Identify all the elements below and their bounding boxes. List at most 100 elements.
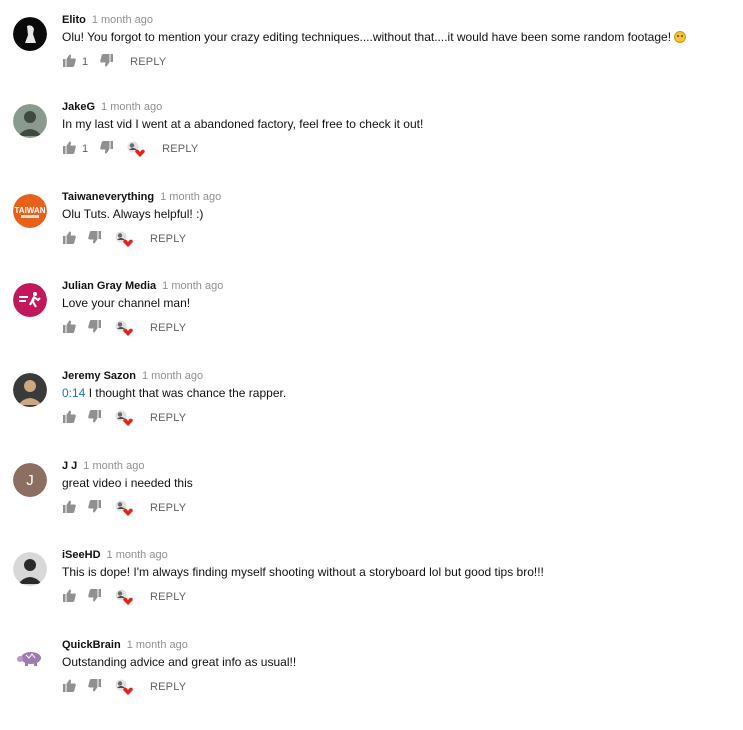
reply-button[interactable]: REPLY (150, 591, 186, 603)
author-name[interactable]: Taiwaneverything (62, 191, 154, 203)
comment-actions: 1 REPLY (62, 141, 198, 157)
comment-time[interactable]: 1 month ago (162, 280, 223, 292)
creator-heart-icon (126, 140, 146, 158)
author-name[interactable]: iSeeHD (62, 549, 101, 561)
comment-item: TAIWAN Taiwaneverything 1 month ago Olu T… (0, 191, 743, 282)
comment-text: In my last vid I went at a abandoned fac… (62, 116, 423, 132)
avatar[interactable] (13, 373, 47, 407)
thumbs-up-icon (62, 679, 76, 695)
like-button[interactable] (62, 231, 76, 247)
comment-actions: REPLY (62, 410, 186, 426)
dislike-button[interactable] (88, 320, 102, 336)
comment-body: Love your channel man! (62, 296, 191, 310)
avatar[interactable] (13, 17, 47, 51)
comment-time[interactable]: 1 month ago (101, 101, 162, 113)
comment-header: QuickBrain 1 month ago (62, 638, 188, 652)
avatar[interactable]: J (13, 463, 47, 497)
comment-item: J J J 1 month ago great video i needed th… (0, 460, 743, 551)
like-count: 1 (82, 143, 89, 155)
author-name[interactable]: J J (62, 460, 77, 472)
comment-list: Elito 1 month ago Olu! You forgot to ment… (0, 0, 743, 722)
comment-text: great video i needed this (62, 475, 193, 491)
comment-actions: REPLY (62, 589, 186, 605)
comment-text: Love your channel man! (62, 295, 190, 311)
thumbs-up-icon (62, 320, 76, 336)
like-button[interactable] (62, 500, 76, 516)
author-name[interactable]: QuickBrain (62, 639, 121, 651)
like-button[interactable] (62, 54, 76, 70)
avatar[interactable]: TAIWAN (13, 194, 47, 228)
author-name[interactable]: JakeG (62, 101, 95, 113)
thumbs-up-icon (62, 500, 76, 516)
dislike-button[interactable] (100, 141, 114, 157)
comment-body: I thought that was chance the rapper. (85, 386, 287, 400)
thumbs-down-icon (88, 410, 102, 426)
author-name[interactable]: Elito (62, 14, 86, 26)
author-name[interactable]: Julian Gray Media (62, 280, 156, 292)
reply-button[interactable]: REPLY (150, 412, 186, 424)
comment-header: J J 1 month ago (62, 459, 144, 473)
reply-button[interactable]: REPLY (150, 322, 186, 334)
reply-button[interactable]: REPLY (162, 143, 198, 155)
reply-button[interactable]: REPLY (150, 502, 186, 514)
comment-header: Taiwaneverything 1 month ago (62, 190, 221, 204)
comment-time[interactable]: 1 month ago (160, 191, 221, 203)
avatar[interactable] (13, 104, 47, 138)
thumbs-up-icon (62, 589, 76, 605)
creator-heart-icon (114, 588, 134, 606)
comment-text: Olu Tuts. Always helpful! :) (62, 206, 203, 222)
dislike-button[interactable] (88, 500, 102, 516)
comment-header: Julian Gray Media 1 month ago (62, 279, 223, 293)
thumbs-down-icon (88, 679, 102, 695)
dislike-button[interactable] (88, 679, 102, 695)
comment-text: This is dope! I'm always finding myself … (62, 564, 544, 580)
comment-time[interactable]: 1 month ago (107, 549, 168, 561)
like-button[interactable] (62, 679, 76, 695)
thumbs-up-icon (62, 231, 76, 247)
svg-text:TAIWAN: TAIWAN (15, 206, 46, 215)
like-button[interactable] (62, 589, 76, 605)
comment-item: iSeeHD 1 month ago This is dope! I'm alwa… (0, 549, 743, 640)
creator-heart-icon (114, 230, 134, 248)
like-button[interactable] (62, 410, 76, 426)
like-button[interactable] (62, 141, 76, 157)
avatar[interactable] (13, 283, 47, 317)
comment-item: QuickBrain 1 month ago Outstanding advice… (0, 639, 743, 730)
comment-time[interactable]: 1 month ago (127, 639, 188, 651)
dislike-button[interactable] (100, 54, 114, 70)
comment-body: In my last vid I went at a abandoned fac… (62, 117, 424, 131)
dislike-button[interactable] (88, 231, 102, 247)
dislike-button[interactable] (88, 589, 102, 605)
reply-button[interactable]: REPLY (150, 233, 186, 245)
comment-body: Olu Tuts. Always helpful! :) (62, 207, 204, 221)
dislike-button[interactable] (88, 410, 102, 426)
comment-time[interactable]: 1 month ago (92, 14, 153, 26)
comment-item: JakeG 1 month ago In my last vid I went a… (0, 101, 743, 192)
like-button[interactable] (62, 320, 76, 336)
avatar[interactable] (13, 552, 47, 586)
timestamp-link[interactable]: 0:14 (62, 386, 85, 400)
reply-button[interactable]: REPLY (130, 56, 166, 68)
reply-button[interactable]: REPLY (150, 681, 186, 693)
thumbs-down-icon (88, 320, 102, 336)
comment-text: Outstanding advice and great info as usu… (62, 654, 296, 670)
creator-heart-icon (114, 409, 134, 427)
comment-actions: REPLY (62, 320, 186, 336)
avatar[interactable] (13, 642, 47, 676)
thumbs-down-icon (88, 500, 102, 516)
comment-header: Elito 1 month ago (62, 13, 153, 27)
comment-body: Outstanding advice and great info as usu… (62, 655, 297, 669)
comment-actions: REPLY (62, 231, 186, 247)
comment-actions: REPLY (62, 500, 186, 516)
comment-body: This is dope! I'm always finding myself … (62, 565, 544, 579)
creator-heart-icon (114, 319, 134, 337)
author-name[interactable]: Jeremy Sazon (62, 370, 136, 382)
comment-time[interactable]: 1 month ago (83, 460, 144, 472)
comment-item: Jeremy Sazon 1 month ago 0:14 I thought t… (0, 370, 743, 461)
thumbs-down-icon (88, 589, 102, 605)
comment-time[interactable]: 1 month ago (142, 370, 203, 382)
svg-text:J: J (26, 472, 34, 489)
comment-actions: 1 REPLY (62, 54, 166, 70)
thumbs-down-icon (100, 141, 114, 157)
thumbs-down-icon (88, 231, 102, 247)
